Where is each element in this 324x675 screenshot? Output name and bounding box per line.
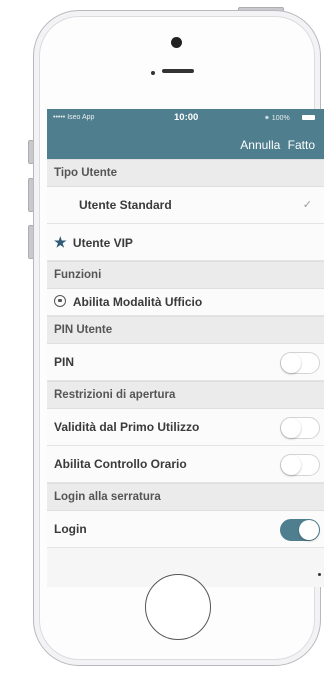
proximity-sensor bbox=[151, 71, 155, 75]
battery-icon bbox=[302, 115, 315, 120]
row-login: Login bbox=[47, 511, 324, 548]
lock-icon bbox=[54, 295, 66, 307]
section-header-pin-user: PIN Utente bbox=[47, 316, 324, 344]
status-bar: ••••• Iseo App 10:00 ⁕ 100% bbox=[47, 109, 319, 127]
first-use-toggle[interactable] bbox=[280, 417, 320, 439]
home-button[interactable] bbox=[145, 574, 211, 640]
toggle-knob bbox=[281, 455, 301, 475]
row-time-control: Abilita Controllo Orario bbox=[47, 446, 324, 483]
pin-label: PIN bbox=[54, 355, 75, 369]
time-control-toggle[interactable] bbox=[280, 454, 320, 476]
clock: 10:00 bbox=[174, 112, 199, 123]
navigation-bar: ••••• Iseo App 10:00 ⁕ 100% Annulla Fatt… bbox=[47, 109, 324, 159]
app-screen: ••••• Iseo App 10:00 ⁕ 100% Annulla Fatt… bbox=[47, 109, 324, 587]
time-control-label: Abilita Controllo Orario bbox=[54, 457, 187, 471]
vip-user-label: Utente VIP bbox=[72, 236, 133, 250]
option-office-mode[interactable]: Abilita Modalità Ufficio bbox=[47, 289, 324, 316]
first-use-label: Validità dal Primo Utilizzo bbox=[54, 420, 200, 434]
standard-user-label: Utente Standard bbox=[79, 198, 172, 212]
section-header-login-lock: Login alla serratura bbox=[47, 483, 324, 511]
toggle-knob bbox=[281, 418, 301, 438]
option-vip-user[interactable]: ★ Utente VIP bbox=[47, 224, 324, 261]
battery-percent: ⁕ 100% bbox=[264, 115, 290, 122]
front-camera bbox=[171, 37, 182, 48]
section-header-restrictions: Restrizioni di apertura bbox=[47, 381, 324, 409]
toggle-knob bbox=[281, 353, 301, 373]
login-label: Login bbox=[54, 522, 87, 536]
settings-list: Tipo Utente Utente Standard ✓ ★ Utente V… bbox=[47, 159, 324, 548]
done-button[interactable]: Fatto bbox=[288, 138, 315, 152]
carrier-label: ••••• Iseo App bbox=[53, 114, 95, 121]
section-header-user-type: Tipo Utente bbox=[47, 159, 324, 187]
row-pin: PIN bbox=[47, 344, 324, 381]
office-mode-label: Abilita Modalità Ufficio bbox=[72, 295, 203, 309]
row-first-use: Validità dal Primo Utilizzo bbox=[47, 409, 324, 446]
star-icon: ★ bbox=[54, 234, 67, 250]
callout-dot bbox=[318, 573, 321, 576]
cancel-button[interactable]: Annulla bbox=[240, 138, 280, 152]
login-toggle[interactable] bbox=[280, 519, 320, 541]
pin-toggle[interactable] bbox=[280, 352, 320, 374]
option-standard-user[interactable]: Utente Standard ✓ bbox=[47, 187, 324, 224]
toggle-knob bbox=[299, 520, 319, 540]
phone-mockup: ••••• Iseo App 10:00 ⁕ 100% Annulla Fatt… bbox=[0, 0, 324, 675]
earpiece-speaker bbox=[162, 69, 194, 73]
nav-actions: Annulla Fatto bbox=[236, 138, 315, 152]
checkmark-icon: ✓ bbox=[302, 199, 312, 211]
section-header-functions: Funzioni bbox=[47, 261, 324, 289]
